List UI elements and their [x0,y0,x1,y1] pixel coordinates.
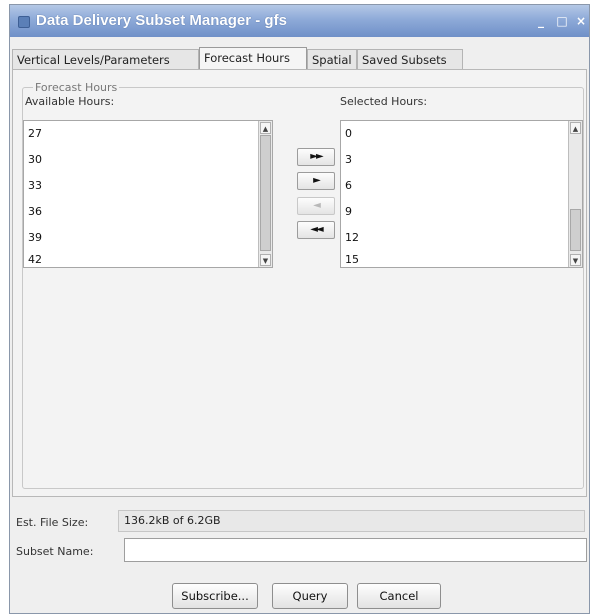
file-size-value: 136.2kB of 6.2GB [118,510,585,532]
selected-scrollbar[interactable]: ▲ ▼ [568,121,582,267]
title-bar[interactable]: Data Delivery Subset Manager - gfs _ □ × [10,5,589,37]
scroll-down-icon[interactable]: ▼ [570,254,581,266]
scroll-up-icon[interactable]: ▲ [570,122,581,134]
tab-vertical-levels-parameters[interactable]: Vertical Levels/Parameters [12,49,199,69]
scroll-up-icon[interactable]: ▲ [260,122,271,134]
minimize-icon[interactable]: _ [533,13,549,29]
file-size-label: Est. File Size: [16,516,89,529]
forecast-hours-legend: Forecast Hours [33,81,120,94]
list-item[interactable]: 30 [28,153,42,166]
window-title: Data Delivery Subset Manager - gfs [36,12,287,29]
selected-hours-list[interactable]: 0 3 6 9 12 15 ▲ ▼ [340,120,583,268]
subscribe-button[interactable]: Subscribe... [172,583,258,609]
scroll-thumb[interactable] [260,135,271,251]
list-item[interactable]: 36 [28,205,42,218]
available-scrollbar[interactable]: ▲ ▼ [258,121,272,267]
list-item[interactable]: 9 [345,205,352,218]
cancel-button[interactable]: Cancel [357,583,441,609]
list-item[interactable]: 0 [345,127,352,140]
subset-manager-window: Data Delivery Subset Manager - gfs _ □ ×… [9,4,590,614]
subset-name-label: Subset Name: [16,545,94,558]
list-item[interactable]: 42 [28,253,42,266]
available-hours-list[interactable]: 27 30 33 36 39 42 ▲ ▼ [23,120,273,268]
scroll-thumb[interactable] [570,209,581,251]
tab-forecast-hours[interactable]: Forecast Hours [199,47,307,70]
list-item[interactable]: 15 [345,253,359,266]
maximize-icon[interactable]: □ [554,13,570,29]
add-all-button[interactable]: ►► [297,148,335,166]
app-icon [18,16,30,28]
list-item[interactable]: 33 [28,179,42,192]
list-item[interactable]: 27 [28,127,42,140]
scroll-down-icon[interactable]: ▼ [260,254,271,266]
list-item[interactable]: 12 [345,231,359,244]
query-button[interactable]: Query [272,583,348,609]
available-hours-label: Available Hours: [25,95,115,108]
close-icon[interactable]: × [573,13,589,29]
list-item[interactable]: 3 [345,153,352,166]
remove-all-button[interactable]: ◄◄ [297,221,335,239]
tab-saved-subsets[interactable]: Saved Subsets [357,49,463,69]
remove-button[interactable]: ◄ [297,197,335,215]
list-item[interactable]: 6 [345,179,352,192]
selected-hours-label: Selected Hours: [340,95,428,108]
subset-name-input[interactable] [124,538,587,562]
tab-spatial[interactable]: Spatial [307,49,357,69]
add-button[interactable]: ► [297,172,335,190]
list-item[interactable]: 39 [28,231,42,244]
